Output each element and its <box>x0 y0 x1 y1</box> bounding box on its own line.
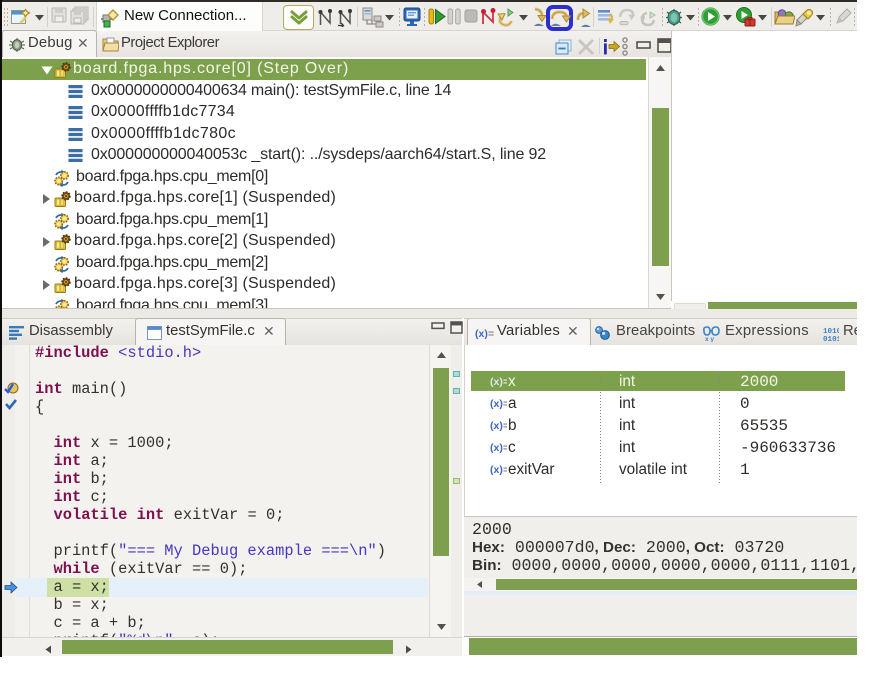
svg-text:=: = <box>488 328 494 339</box>
svg-text:0101: 0101 <box>823 336 839 342</box>
svg-text:(x): (x) <box>490 398 503 409</box>
svg-text:(x): (x) <box>490 442 503 453</box>
svg-text:=: = <box>503 420 507 431</box>
svg-text:=: = <box>503 442 507 453</box>
svg-text:=: = <box>503 376 507 387</box>
svg-text:=: = <box>503 398 507 409</box>
svg-text:(x): (x) <box>475 328 488 339</box>
svg-text:(x): (x) <box>490 376 503 387</box>
svg-text:=: = <box>503 464 507 475</box>
svg-text:x y: x y <box>705 336 714 342</box>
svg-text:(x): (x) <box>490 464 503 475</box>
svg-text:1010: 1010 <box>823 328 839 336</box>
svg-text:(x): (x) <box>490 420 503 431</box>
